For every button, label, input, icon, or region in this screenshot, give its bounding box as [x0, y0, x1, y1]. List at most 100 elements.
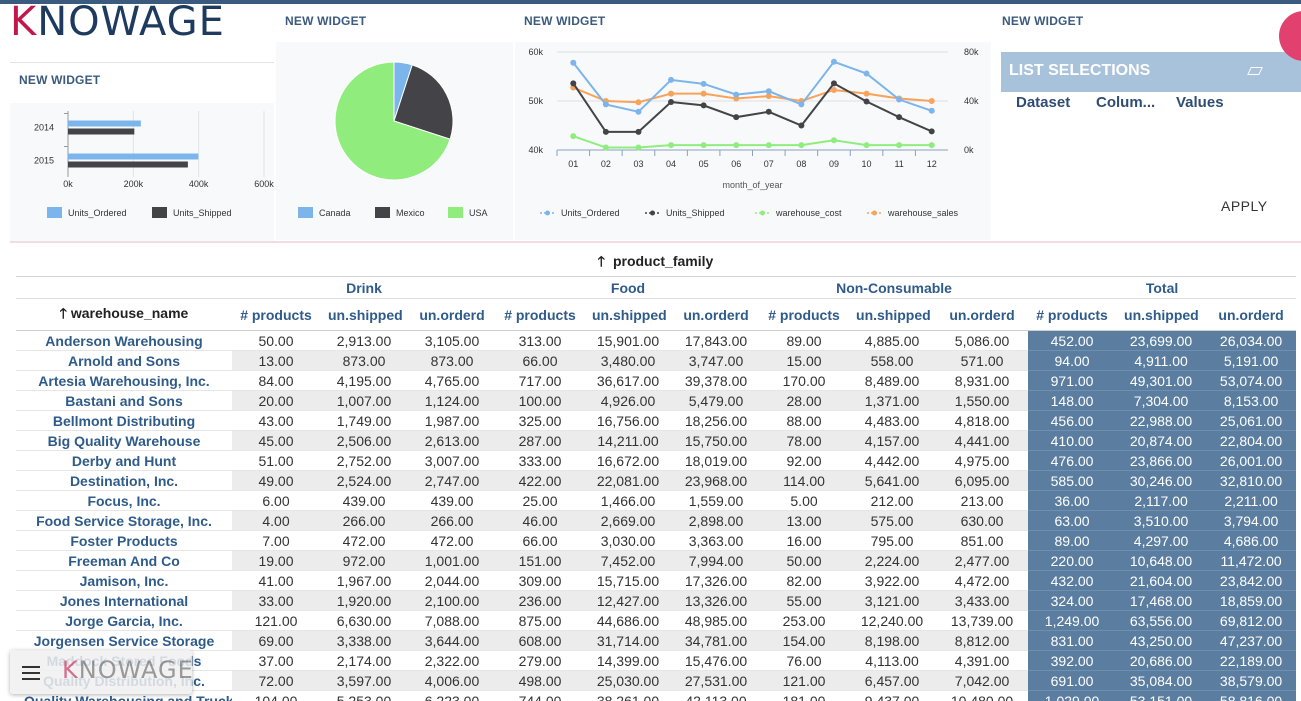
row-label[interactable]: Big Quality Warehouse	[16, 431, 232, 451]
row-label[interactable]: Jones International	[16, 591, 232, 611]
group-header-non-consumable[interactable]: Non-Consumable	[760, 276, 1029, 299]
point-Units_Shipped	[798, 122, 805, 129]
row-label[interactable]: Bastani and Sons	[16, 391, 232, 411]
row-label[interactable]: Food Service Storage, Inc.	[16, 511, 232, 531]
column-header-product-family[interactable]: 🡑 product_family	[10, 251, 1301, 275]
row-header-warehouse-name[interactable]: 🡑 warehouse_name	[16, 298, 232, 331]
measure-header[interactable]: un.shipped	[1116, 298, 1207, 331]
data-cell: 181.00	[760, 690, 849, 701]
sort-arrow-icon[interactable]: 🡑	[598, 253, 605, 269]
data-cell: 15,715.00	[584, 570, 672, 591]
data-cell: 25.00	[496, 490, 584, 511]
line-chart-widget[interactable]: NEW WIDGET 40k 50k 60k 0k 40k 80k 01 02 03 04 05 06…	[515, 4, 991, 240]
point-Units_Shipped	[668, 98, 675, 105]
total-cell: 53,151.00	[1116, 690, 1207, 701]
data-cell: 76.00	[760, 650, 849, 671]
measure-header[interactable]: un.orderd	[1206, 298, 1297, 331]
row-label[interactable]: Arnold and Sons	[16, 351, 232, 371]
row-label[interactable]: Destination, Inc.	[16, 471, 232, 491]
data-cell: 8,489.00	[848, 370, 937, 391]
data-cell: 4,441.00	[936, 430, 1029, 451]
legend-label: warehouse_cost	[775, 208, 842, 218]
data-cell: 744.00	[496, 690, 584, 701]
eraser-icon[interactable]	[1247, 67, 1263, 75]
data-cell: 472.00	[320, 530, 408, 551]
point-Units_Shipped	[896, 114, 903, 121]
data-cell: 48,985.00	[672, 610, 761, 631]
table-row: Jorgensen Service Storage 69.00 3,338.00 3,…	[16, 630, 1297, 651]
footer-logo-k: K	[62, 656, 79, 684]
data-cell: 69.00	[232, 630, 320, 651]
hamburger-menu-icon[interactable]	[22, 666, 40, 684]
apply-button[interactable]: APPLY	[1221, 198, 1268, 214]
row-label[interactable]: Bellmont Distributing	[16, 411, 232, 431]
total-cell: 35,084.00	[1116, 670, 1207, 691]
menu-icon[interactable]: ⋮	[1297, 30, 1301, 50]
total-cell: 585.00	[1028, 470, 1117, 491]
data-cell: 3,480.00	[584, 350, 672, 371]
legend-label: Units_Ordered	[561, 208, 620, 218]
group-header-food[interactable]: Food	[496, 276, 761, 299]
measure-header[interactable]: # products	[760, 298, 849, 331]
point-Units_Ordered	[928, 107, 935, 114]
row-label[interactable]: Derby and Hunt	[16, 451, 232, 471]
data-cell: 333.00	[496, 450, 584, 471]
data-cell: 4,442.00	[848, 450, 937, 471]
measure-header[interactable]: un.shipped	[320, 298, 408, 331]
bar-Units_Shipped-2014	[68, 128, 135, 135]
data-cell: 34,781.00	[672, 630, 761, 651]
data-cell: 2,506.00	[320, 430, 408, 451]
data-cell: 875.00	[496, 610, 584, 631]
data-cell: 82.00	[760, 570, 849, 591]
row-label[interactable]: Artesia Warehousing, Inc.	[16, 371, 232, 391]
table-row: Destination, Inc. 49.00 2,524.00 2,747.00 42…	[16, 470, 1297, 491]
data-cell: 2,100.00	[408, 590, 496, 611]
data-cell: 1,001.00	[408, 550, 496, 571]
table-row: Jones International 33.00 1,920.00 2,100.00…	[16, 590, 1297, 611]
total-cell: 831.00	[1028, 630, 1117, 651]
table-row: Jamison, Inc. 41.00 1,967.00 2,044.00 309.00…	[16, 570, 1297, 591]
row-label[interactable]: Freeman And Co	[16, 551, 232, 571]
measure-header[interactable]: un.orderd	[408, 298, 496, 331]
measure-header[interactable]: # products	[496, 298, 584, 331]
data-cell: 472.00	[408, 530, 496, 551]
measure-header[interactable]: # products	[1028, 298, 1117, 331]
data-cell: 3,433.00	[936, 590, 1029, 611]
knowage-logo: K NOWAGE	[10, 0, 225, 45]
group-header-drink[interactable]: Drink	[232, 276, 496, 299]
x-tick-label: 400k	[189, 179, 209, 189]
measure-header[interactable]: # products	[232, 298, 320, 331]
sort-arrow-icon[interactable]: 🡑	[60, 305, 71, 321]
measure-header[interactable]: un.shipped	[848, 298, 937, 331]
total-cell: 22,988.00	[1116, 410, 1207, 431]
row-label[interactable]: Focus, Inc.	[16, 491, 232, 511]
measure-header-row: 🡑 warehouse_name # products un.shipped un.o…	[16, 298, 1297, 331]
data-cell: 46.00	[496, 510, 584, 531]
data-cell: 9,437.00	[848, 690, 937, 701]
pie-chart-widget[interactable]: NEW WIDGET Canada Mexico USA	[276, 4, 513, 240]
data-cell: 2,747.00	[408, 470, 496, 491]
total-cell: 63.00	[1028, 510, 1117, 531]
group-header-total[interactable]: Total	[1028, 276, 1297, 299]
row-label[interactable]: Jamison, Inc.	[16, 571, 232, 591]
measure-header[interactable]: un.shipped	[584, 298, 672, 331]
measure-header[interactable]: un.orderd	[672, 298, 761, 331]
total-cell: 23,866.00	[1116, 450, 1207, 471]
measure-header[interactable]: un.orderd	[936, 298, 1029, 331]
row-label[interactable]: Anderson Warehousing	[16, 331, 232, 351]
data-cell: 92.00	[760, 450, 849, 471]
data-cell: 170.00	[760, 370, 849, 391]
point-Units_Ordered	[602, 101, 609, 108]
total-cell: 324.00	[1028, 590, 1117, 611]
data-cell: 2,477.00	[936, 550, 1029, 571]
total-cell: 410.00	[1028, 430, 1117, 451]
legend-swatch	[375, 207, 390, 218]
row-label[interactable]: Foster Products	[16, 531, 232, 551]
col-column: Colum...	[1096, 94, 1156, 111]
x-tick-label: 11	[894, 159, 903, 169]
bar-chart-widget[interactable]: NEW WIDGET 0k 200k 400k 600k 2014 2015 Units_O…	[10, 62, 274, 241]
row-label[interactable]: Jorgensen Service Storage	[16, 631, 232, 651]
row-label[interactable]: Jorge Garcia, Inc.	[16, 611, 232, 631]
data-cell: 4.00	[232, 510, 320, 531]
total-cell: 22,189.00	[1206, 650, 1297, 671]
